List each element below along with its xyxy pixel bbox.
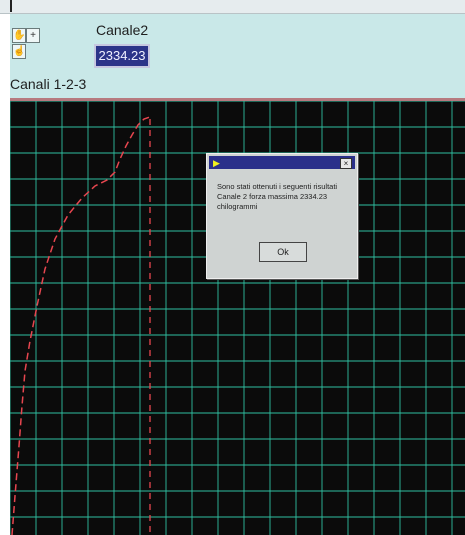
- top-bar: [0, 0, 465, 14]
- ok-button[interactable]: Ok: [259, 242, 307, 262]
- message-line-1: Sono stati ottenuti i seguenti risultati: [217, 182, 338, 191]
- dialog-message: Sono stati ottenuti i seguenti risultati…: [217, 182, 352, 212]
- results-dialog: ▶ × Sono stati ottenuti i seguenti risul…: [206, 153, 358, 279]
- top-bar-marker: [10, 0, 12, 12]
- pointer-icon[interactable]: ☝: [12, 44, 26, 59]
- close-icon: ×: [343, 159, 349, 168]
- close-button[interactable]: ×: [340, 158, 352, 169]
- dialog-title-bar: ▶ ×: [209, 156, 355, 169]
- channel-label: Canale2: [96, 22, 149, 38]
- hand-icon[interactable]: ✋: [12, 28, 26, 43]
- plus-icon[interactable]: +: [26, 28, 40, 43]
- channel-value-display: 2334.23: [94, 44, 150, 68]
- message-line-2: Canale 2 forza massima 2334.23 chilogram…: [217, 192, 328, 211]
- channels-label: Canali 1-2-3: [10, 76, 87, 92]
- channel-panel: ✋ + ☝ Canale2 2334.23 Canali 1-2-3: [10, 14, 465, 101]
- app-icon: ▶: [213, 158, 220, 168]
- force-trace: [11, 116, 151, 535]
